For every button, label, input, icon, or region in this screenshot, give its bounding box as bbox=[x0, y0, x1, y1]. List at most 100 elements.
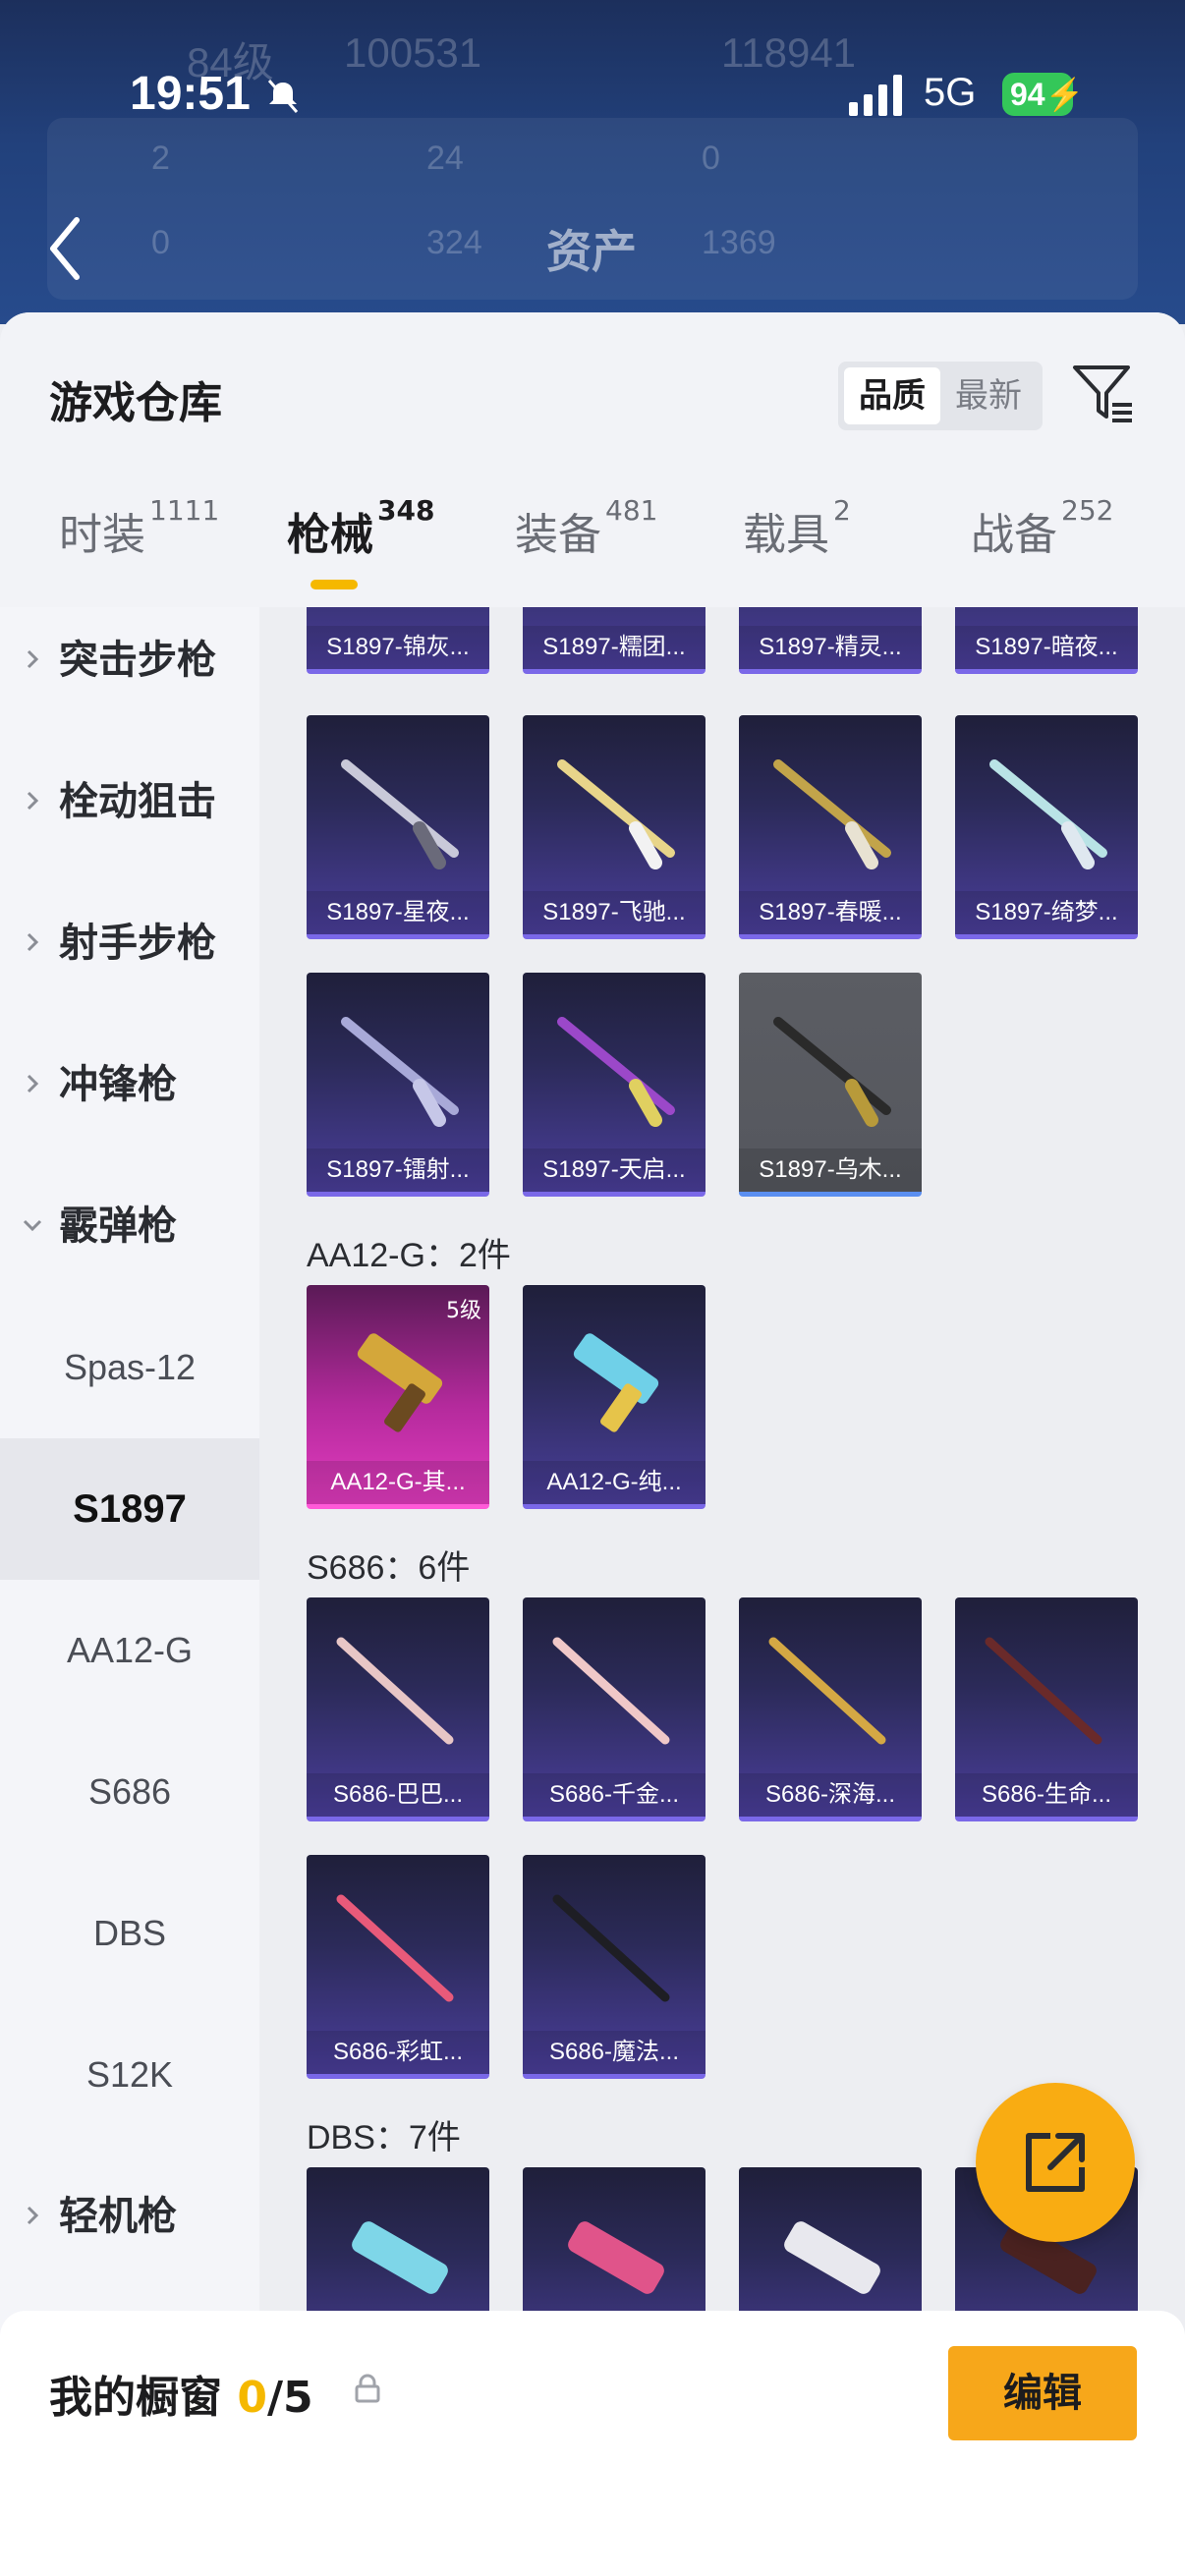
weapon-card[interactable]: S1897-春暖... bbox=[739, 715, 922, 939]
status-time: 19:51 bbox=[130, 68, 251, 120]
tab-tactical[interactable]: 战备 252 bbox=[971, 494, 1113, 588]
shotgun-icon bbox=[773, 759, 891, 869]
network-type: 5G bbox=[924, 71, 977, 114]
sidebar-sub-s686[interactable]: S686 bbox=[0, 1721, 259, 1863]
card-label: S1897-锦灰... bbox=[307, 626, 489, 669]
sort-toggle: 品质 最新 bbox=[838, 362, 1043, 430]
tab-label: 时装 bbox=[59, 510, 145, 560]
chevron-right-icon bbox=[27, 649, 39, 669]
sidebar-item-smg[interactable]: 冲锋枪 bbox=[0, 1014, 259, 1155]
bell-muted-icon bbox=[267, 80, 299, 113]
weapon-card[interactable]: S686-千金... bbox=[523, 1597, 705, 1821]
showcase-title: 我的橱窗 bbox=[49, 2373, 222, 2423]
sidebar-item-marksman[interactable]: 射手步枪 bbox=[0, 872, 259, 1014]
weapon-card[interactable]: S1897-暗夜... bbox=[955, 607, 1138, 674]
sidebar-label: 突击步枪 bbox=[59, 638, 216, 683]
shotgun-icon bbox=[773, 1017, 891, 1127]
card-label: AA12-G-纯... bbox=[523, 1461, 705, 1504]
card-label: S1897-星夜... bbox=[307, 891, 489, 934]
ghost-stat: 24 bbox=[426, 140, 464, 177]
sidebar-sub-aa12g[interactable]: AA12-G bbox=[0, 1580, 259, 1721]
share-fab-button[interactable] bbox=[976, 2083, 1135, 2242]
sidebar-sub-spas12[interactable]: Spas-12 bbox=[0, 1297, 259, 1438]
card-label: AA12-G-其... bbox=[307, 1461, 489, 1504]
signal-icon bbox=[849, 75, 902, 116]
chevron-right-icon bbox=[27, 1074, 39, 1093]
sidebar-item-bolt-sniper[interactable]: 栓动狙击 bbox=[0, 731, 259, 872]
card-label: S1897-镭射... bbox=[307, 1148, 489, 1192]
warehouse-sheet: 游戏仓库 品质 最新 时装 1111 枪械 348 装备 481 载具 2 战备 252 … bbox=[0, 312, 1185, 2576]
weapon-card[interactable]: S1897-天启... bbox=[523, 973, 705, 1197]
shotgun-icon bbox=[557, 759, 675, 869]
card-label: S1897-天启... bbox=[523, 1148, 705, 1192]
card-label: S686-彩虹... bbox=[307, 2031, 489, 2074]
tab-count: 1111 bbox=[149, 494, 220, 528]
tab-count: 252 bbox=[1061, 494, 1114, 528]
sidebar-label: 栓动狙击 bbox=[59, 779, 216, 824]
auto-shotgun-icon bbox=[357, 1333, 443, 1432]
weapon-card[interactable]: S686-生命... bbox=[955, 1597, 1138, 1821]
auto-shotgun-icon bbox=[573, 1333, 659, 1432]
weapon-card[interactable]: S686-深海... bbox=[739, 1597, 922, 1821]
sort-quality-button[interactable]: 品质 bbox=[844, 367, 940, 424]
weapon-card[interactable]: S1897-精灵... bbox=[739, 607, 922, 674]
tab-vehicles[interactable]: 载具 2 bbox=[743, 494, 851, 588]
sidebar-item-assault-rifle[interactable]: 突击步枪 bbox=[0, 589, 259, 731]
weapon-card[interactable]: S1897-星夜... bbox=[307, 715, 489, 939]
card-label: S1897-绮梦... bbox=[955, 891, 1138, 934]
back-arrow-icon[interactable] bbox=[45, 214, 85, 283]
card-label: S1897-暗夜... bbox=[955, 626, 1138, 669]
tab-count: 2 bbox=[833, 494, 851, 528]
weapon-card[interactable]: S1897-镭射... bbox=[307, 973, 489, 1197]
ghost-stat: 0 bbox=[702, 140, 720, 177]
sidebar-item-shotgun[interactable]: 霰弹枪 bbox=[0, 1155, 259, 1297]
sidebar-item-lmg[interactable]: 轻机枪 bbox=[0, 2146, 259, 2287]
double-barrel-icon bbox=[336, 1894, 454, 2002]
ghost-stat: 324 bbox=[426, 224, 482, 261]
group-title-s686: S686：6件 bbox=[307, 1549, 471, 1587]
sidebar-sub-dbs[interactable]: DBS bbox=[0, 1863, 259, 2004]
card-label: S686-生命... bbox=[955, 1773, 1138, 1817]
card-label: S686-魔法... bbox=[523, 2031, 705, 2074]
weapon-card[interactable]: S686-魔法... bbox=[523, 1855, 705, 2079]
tab-equipment[interactable]: 装备 481 bbox=[515, 494, 657, 588]
shotgun-icon bbox=[341, 759, 459, 869]
battery-indicator: 94⚡ bbox=[1002, 73, 1084, 116]
weapon-card[interactable]: 5级 AA12-G-其... bbox=[307, 1285, 489, 1509]
sidebar-label: 冲锋枪 bbox=[59, 1062, 177, 1107]
tab-firearms[interactable]: 枪械 348 bbox=[287, 494, 434, 588]
sidebar-sub-s12k[interactable]: S12K bbox=[0, 2004, 259, 2146]
weapon-card[interactable]: S686-彩虹... bbox=[307, 1855, 489, 2079]
edit-button[interactable]: 编辑 bbox=[948, 2346, 1137, 2440]
weapon-card[interactable]: S1897-飞驰... bbox=[523, 715, 705, 939]
filter-icon[interactable] bbox=[1071, 362, 1136, 426]
tab-fashion[interactable]: 时装 1111 bbox=[59, 494, 219, 588]
ghost-stat: 2 bbox=[151, 140, 170, 177]
sidebar-sub-s1897[interactable]: S1897 bbox=[0, 1438, 259, 1580]
weapon-card[interactable]: S686-巴巴... bbox=[307, 1597, 489, 1821]
weapon-type-sidebar: 突击步枪 栓动狙击 射手步枪 冲锋枪 霰弹枪 Spas-12 S1897 AA1… bbox=[0, 607, 259, 2366]
showcase-current-count: 0 bbox=[237, 2373, 267, 2423]
double-barrel-icon bbox=[336, 1637, 454, 1745]
card-label: S686-巴巴... bbox=[307, 1773, 489, 1817]
card-label: S1897-精灵... bbox=[739, 626, 922, 669]
battery-level: 94 bbox=[1010, 77, 1045, 112]
double-barrel-icon bbox=[768, 1637, 886, 1745]
card-label: S1897-糯团... bbox=[523, 626, 705, 669]
sidebar-label: 射手步枪 bbox=[59, 921, 216, 966]
card-label: S1897-春暖... bbox=[739, 891, 922, 934]
weapon-card[interactable]: AA12-G-纯... bbox=[523, 1285, 705, 1509]
double-barrel-icon bbox=[985, 1637, 1102, 1745]
sidebar-label: 霰弹枪 bbox=[59, 1204, 177, 1249]
weapon-card[interactable]: S1897-锦灰... bbox=[307, 607, 489, 674]
sheet-header: 游戏仓库 品质 最新 时装 1111 枪械 348 装备 481 载具 2 战备 252 bbox=[0, 312, 1185, 607]
sort-latest-button[interactable]: 最新 bbox=[940, 367, 1037, 424]
weapon-card[interactable]: S1897-绮梦... bbox=[955, 715, 1138, 939]
tab-label: 枪械 bbox=[287, 510, 373, 560]
weapon-card[interactable]: S1897-糯团... bbox=[523, 607, 705, 674]
tab-label: 载具 bbox=[743, 510, 829, 560]
tab-label: 装备 bbox=[515, 510, 601, 560]
weapon-card[interactable]: S1897-乌木... bbox=[739, 973, 922, 1197]
showcase-total: /5 bbox=[266, 2373, 313, 2423]
profile-background: 84级 100531 118941 2 24 0 0 324 1369 资产 bbox=[0, 0, 1185, 324]
